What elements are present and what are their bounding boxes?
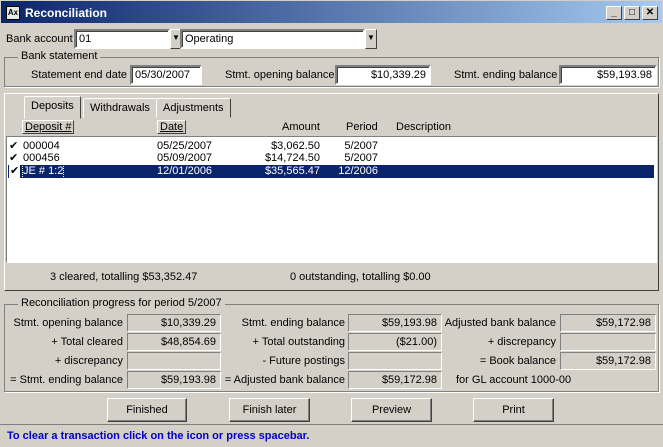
deposit-period: 5/2007 (344, 152, 378, 164)
stmt-opening-balance-label: Stmt. opening balance (225, 69, 335, 81)
c3-book-balance-label: = Book balance (479, 355, 556, 367)
status-bar: To clear a transaction click on the icon… (0, 424, 663, 447)
chevron-down-icon: ▼ (172, 33, 180, 42)
c2-outstanding-label: + Total outstanding (252, 336, 345, 348)
finish-later-button[interactable]: Finish later (229, 398, 310, 422)
c2-ending-label: Stmt. ending balance (241, 317, 345, 329)
print-button[interactable]: Print (473, 398, 554, 422)
statement-end-date-field[interactable]: 05/30/2007 (130, 65, 202, 85)
column-header-deposit-label: Deposit # (22, 120, 75, 134)
chevron-down-icon: ▼ (367, 33, 375, 42)
c2-adjusted-label: = Adjusted bank balance (224, 374, 345, 386)
deposit-amount: $35,565.47 (264, 165, 320, 177)
gl-account-note: for GL account 1000-00 (456, 374, 572, 386)
column-header-period[interactable]: Period (346, 121, 378, 133)
c1-total-cleared-label: + Total cleared (51, 336, 123, 348)
outstanding-summary: 0 outstanding, totalling $0.00 (290, 271, 431, 283)
c3-adjusted-label: Adjusted bank balance (444, 317, 556, 329)
c1-total-cleared-value: $48,854.69 (127, 333, 221, 351)
c2-future-postings-value (348, 352, 442, 370)
deposit-date: 12/01/2006 (157, 165, 213, 177)
table-row[interactable]: ✔ 000456 05/09/2007 $14,724.50 5/2007 (8, 152, 654, 165)
deposit-number: JE # 1:2 (21, 164, 65, 179)
window-title: Reconciliation (25, 6, 108, 20)
c3-book-balance-value: $59,172.98 (560, 352, 656, 370)
check-icon[interactable]: ✔ (9, 152, 18, 165)
preview-button[interactable]: Preview (351, 398, 432, 422)
c1-ending-value: $59,193.98 (127, 371, 221, 389)
c2-adjusted-value: $59,172.98 (348, 371, 442, 389)
maximize-button[interactable]: □ (624, 6, 640, 20)
app-icon: Ax (6, 6, 20, 20)
cleared-summary: 3 cleared, totalling $53,352.47 (50, 271, 198, 283)
bank-account-code-field[interactable]: 01 (74, 29, 170, 49)
close-button[interactable]: ✕ (642, 6, 658, 20)
c2-ending-value: $59,193.98 (348, 314, 442, 332)
c3-discrepancy-label: + discrepancy (487, 336, 556, 348)
bank-account-name-dropdown[interactable]: ▼ (365, 29, 377, 49)
c1-discrepancy-value (127, 352, 221, 370)
deposit-period: 12/2006 (338, 165, 378, 177)
tab-deposits[interactable]: Deposits (24, 96, 81, 119)
stmt-ending-balance-field[interactable]: $59,193.98 (559, 65, 657, 85)
tab-adjustments[interactable]: Adjustments (156, 98, 231, 118)
tab-withdrawals[interactable]: Withdrawals (83, 98, 157, 118)
check-icon[interactable]: ✔ (9, 165, 21, 178)
c1-ending-label: = Stmt. ending balance (10, 374, 123, 386)
statement-end-date-label: Statement end date (31, 69, 128, 81)
column-header-deposit[interactable]: Deposit # (22, 120, 75, 134)
stmt-opening-balance-field[interactable]: $10,339.29 (335, 65, 431, 85)
column-header-date[interactable]: Date (157, 120, 187, 134)
column-header-amount[interactable]: Amount (282, 121, 320, 133)
finished-button[interactable]: Finished (107, 398, 187, 422)
deposit-date: 05/09/2007 (157, 152, 213, 164)
column-header-description[interactable]: Description (396, 121, 451, 133)
c1-opening-label: Stmt. opening balance (13, 317, 123, 329)
bank-account-name-field[interactable]: Operating (180, 29, 365, 49)
c1-discrepancy-label: + discrepancy (54, 355, 123, 367)
c2-future-postings-label: - Future postings (262, 355, 345, 367)
deposit-amount: $14,724.50 (264, 152, 320, 164)
reconciliation-progress-title: Reconciliation progress for period 5/200… (18, 297, 225, 309)
bank-statement-group-title: Bank statement (18, 50, 101, 62)
c3-discrepancy-value (560, 333, 656, 351)
c3-adjusted-value: $59,172.98 (560, 314, 656, 332)
title-bar[interactable]: Ax Reconciliation _ □ ✕ (0, 0, 663, 24)
c1-opening-value: $10,339.29 (127, 314, 221, 332)
table-row-selected[interactable]: ✔ JE # 1:2 12/01/2006 $35,565.47 12/2006 (8, 164, 654, 179)
bank-account-label: Bank account (6, 33, 73, 45)
c2-outstanding-value: ($21.00) (348, 333, 442, 351)
minimize-button[interactable]: _ (606, 6, 622, 20)
column-header-date-label: Date (157, 120, 187, 134)
stmt-ending-balance-label: Stmt. ending balance (454, 69, 558, 81)
deposit-number: 000456 (23, 152, 60, 164)
